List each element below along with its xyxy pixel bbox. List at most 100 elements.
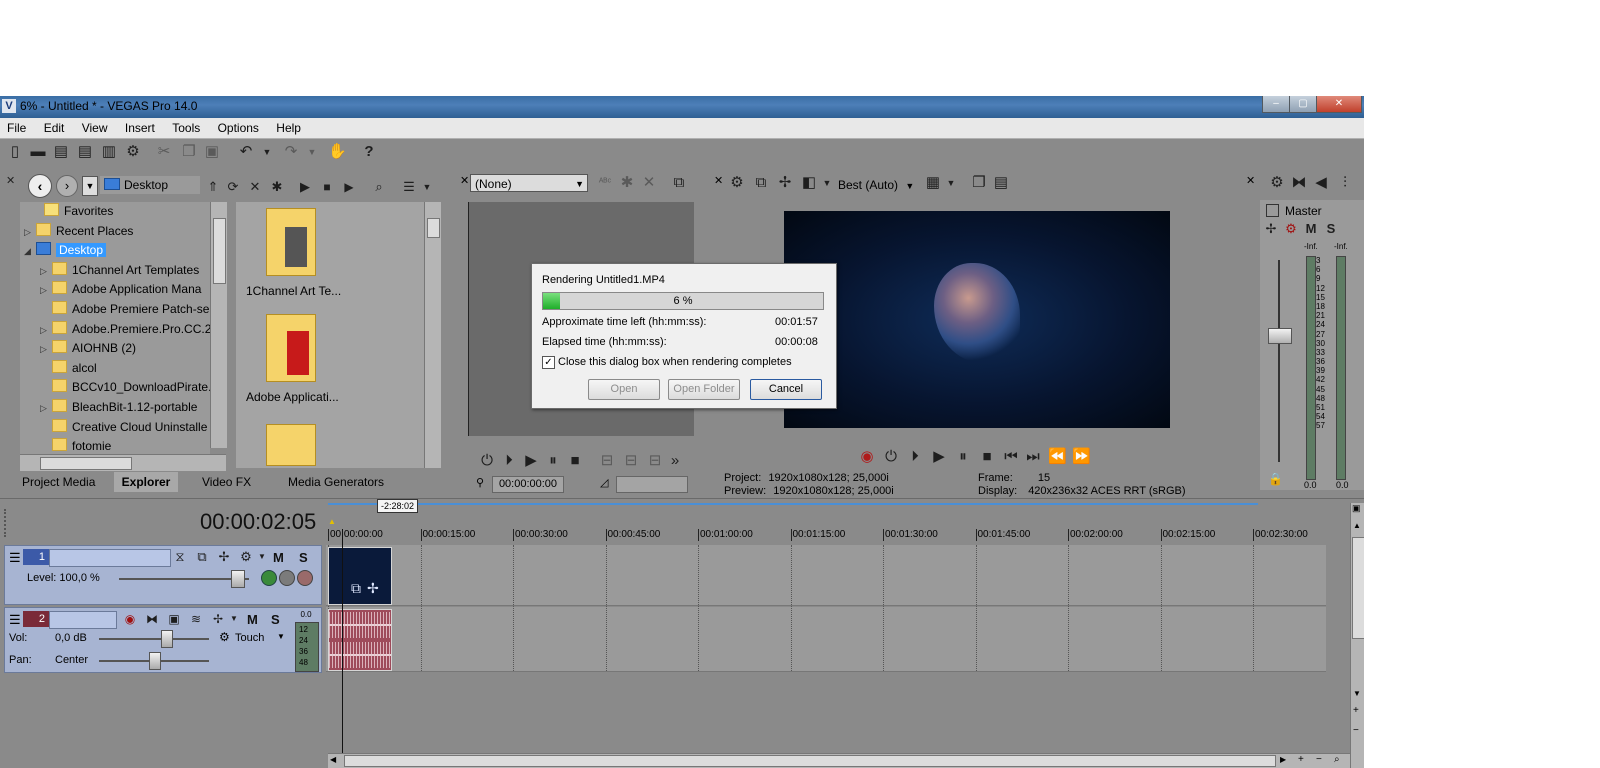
automation-gear-icon[interactable]: ⚙ — [219, 630, 230, 644]
scroll-left-icon[interactable]: ◀ — [330, 755, 336, 764]
save-icon[interactable]: ▤ — [52, 143, 70, 161]
audio-mute-button[interactable]: M — [247, 612, 258, 627]
tree-item[interactable]: ▷ AIOHNB (2) — [40, 339, 136, 358]
add-before-icon[interactable]: ⊟ — [646, 452, 664, 470]
pan-dropdown-icon[interactable]: ▼ — [225, 610, 243, 628]
tree-item[interactable]: BCCv10_DownloadPirate. — [40, 378, 210, 397]
master-settings-gear-icon[interactable]: ⚙ — [1268, 174, 1286, 192]
expand-icon[interactable]: ▷ — [40, 399, 52, 418]
trimmer-close-icon[interactable]: ✕ — [460, 174, 469, 187]
tree-item[interactable]: ◢ Desktop — [24, 241, 107, 260]
tab-explorer[interactable]: Explorer — [114, 472, 178, 492]
tree-item[interactable]: ▷ Adobe.Premiere.Pro.CC.2 — [40, 320, 210, 339]
menu-tools[interactable]: Tools — [165, 118, 207, 138]
level-slider-track[interactable] — [119, 578, 249, 580]
automation-dropdown-icon[interactable]: ▼ — [277, 632, 285, 641]
video-track-name-field[interactable] — [49, 549, 171, 567]
audio-track-lane[interactable] — [326, 607, 1326, 672]
scroll-right-icon[interactable]: ▶ — [1280, 755, 1286, 764]
forward-icon[interactable]: › — [56, 175, 78, 197]
crop-icon[interactable]: ⧉ — [351, 580, 361, 597]
maximize-button[interactable]: ▢ — [1289, 96, 1317, 113]
play-preview-icon[interactable]: ▶ — [296, 178, 314, 196]
undo-icon[interactable]: ↶ — [237, 143, 255, 161]
composite-mode-icon[interactable] — [261, 570, 277, 586]
undo-dropdown-icon[interactable]: ▼ — [258, 143, 276, 161]
redo-dropdown-icon[interactable]: ▼ — [303, 143, 321, 161]
copy-snapshot-icon[interactable]: ❐ — [970, 174, 988, 192]
video-mute-button[interactable]: M — [273, 550, 284, 565]
new-project-icon[interactable]: ▯ — [6, 143, 24, 161]
select-icon[interactable]: ✱ — [618, 174, 636, 192]
tab-project-media[interactable]: Project Media — [22, 472, 95, 492]
tree-hscroll-thumb[interactable] — [40, 457, 132, 470]
child-icon[interactable] — [297, 570, 313, 586]
master-solo-button[interactable]: S — [1322, 220, 1340, 238]
location-field[interactable]: Desktop — [100, 176, 200, 194]
tree-item[interactable]: ▷ Adobe Application Mana — [40, 280, 201, 299]
go-to-start-icon[interactable]: ⏮ — [1002, 448, 1020, 466]
cut-icon[interactable]: ✂ — [155, 143, 173, 161]
open-folder-button[interactable]: Open Folder — [668, 379, 740, 400]
drag-handle[interactable] — [4, 509, 10, 537]
file-view-scrollbar[interactable] — [424, 202, 441, 468]
track-settings-dropdown-icon[interactable]: ▼ — [253, 548, 271, 566]
menu-options[interactable]: Options — [211, 118, 266, 138]
preset-dropdown[interactable]: (None) ▼ — [470, 174, 588, 192]
more-icon[interactable]: » — [666, 452, 684, 470]
zoom-tool-icon[interactable]: ⌕ — [1334, 754, 1340, 765]
folder-thumbnail-icon[interactable] — [266, 208, 316, 276]
refresh-icon[interactable]: ⟳ — [224, 178, 242, 196]
go-to-end-icon[interactable]: ⏭ — [1024, 448, 1042, 466]
stop-icon[interactable]: ■ — [978, 448, 996, 466]
tree-item[interactable]: ▷ Recent Places — [24, 222, 133, 241]
history-dropdown-icon[interactable]: ▼ — [82, 176, 98, 196]
invert-phase-icon[interactable]: ⧓ — [143, 610, 161, 628]
tree-item[interactable]: alcol — [40, 359, 97, 378]
save-snapshot-icon[interactable]: ▤ — [992, 174, 1010, 192]
marker-toggle-icon[interactable]: ▣ — [1352, 503, 1361, 514]
search-icon[interactable]: ⌕ — [370, 178, 388, 196]
compositing-icon[interactable]: ✢ — [215, 548, 233, 566]
external-monitor-icon[interactable]: ⧉ — [752, 174, 770, 192]
video-track-header[interactable]: ☰ 1 ⧖ ⧉ ✢ ⚙ ▼ M S Level: 100,0 % — [4, 545, 322, 605]
scroll-down-icon[interactable]: ▼ — [1353, 689, 1361, 698]
open-button[interactable]: Open — [588, 379, 660, 400]
add-to-timeline-icon[interactable]: ⊟ — [598, 452, 616, 470]
auto-preview-icon[interactable]: ▶ — [340, 178, 358, 196]
play-from-start-icon[interactable]: ⏵ — [906, 448, 924, 466]
tree-item[interactable]: Favorites — [32, 202, 113, 221]
play-icon[interactable]: ▶ — [522, 452, 540, 470]
video-clip[interactable]: ⧉ ✢ — [328, 547, 392, 605]
minimize-button[interactable]: – — [1262, 96, 1290, 113]
explorer-close-icon[interactable]: ✕ — [6, 174, 15, 187]
folder-thumbnail-icon[interactable] — [266, 424, 316, 466]
cancel-button[interactable]: Cancel — [750, 379, 822, 400]
loop-icon[interactable]: ⏻ — [882, 448, 900, 466]
loop-icon[interactable]: ⏻ — [478, 452, 496, 470]
menu-view[interactable]: View — [75, 118, 115, 138]
region-marker[interactable]: -2:28:02 — [377, 499, 419, 513]
master-fx-icon[interactable]: ⚙ — [1282, 220, 1300, 238]
tree-item[interactable]: ▷ BleachBit-1.12-portable — [40, 398, 197, 417]
close-dialog-checkbox[interactable]: ✓ — [542, 356, 555, 369]
tree-scrollbar[interactable] — [210, 202, 227, 448]
time-ruler[interactable]: 00:00:00:00 00:00:15:00 00:00:30:00 00:00:4… — [328, 529, 1348, 543]
audio-track-name-field[interactable] — [49, 611, 117, 629]
previous-frame-icon[interactable]: ⏪ — [1048, 448, 1067, 466]
preview-quality-dropdown[interactable]: Best (Auto) ▼ — [838, 176, 914, 195]
loop-region-bar[interactable] — [328, 503, 1258, 505]
trimmer-menu-icon[interactable]: ⧉ — [670, 174, 688, 192]
vol-slider-handle[interactable] — [161, 630, 173, 648]
open-icon[interactable]: ▬ — [29, 143, 47, 161]
record-icon[interactable]: ◉ — [858, 448, 876, 466]
hand-tool-icon[interactable]: ✋ — [328, 143, 347, 161]
preview-close-icon[interactable]: ✕ — [714, 174, 723, 187]
timeline-vscroll-thumb[interactable] — [1352, 537, 1364, 639]
thumbnail-label[interactable]: Adobe Applicati... — [246, 390, 339, 404]
lock-icon[interactable]: 🔒 — [1268, 472, 1283, 486]
spellcheck-icon[interactable]: ᴬᴮᶜ — [596, 174, 614, 192]
stop-icon[interactable]: ■ — [566, 452, 584, 470]
zoom-in-horizontal-icon[interactable]: + — [1298, 754, 1304, 765]
up-folder-icon[interactable]: ⇑ — [204, 178, 222, 196]
